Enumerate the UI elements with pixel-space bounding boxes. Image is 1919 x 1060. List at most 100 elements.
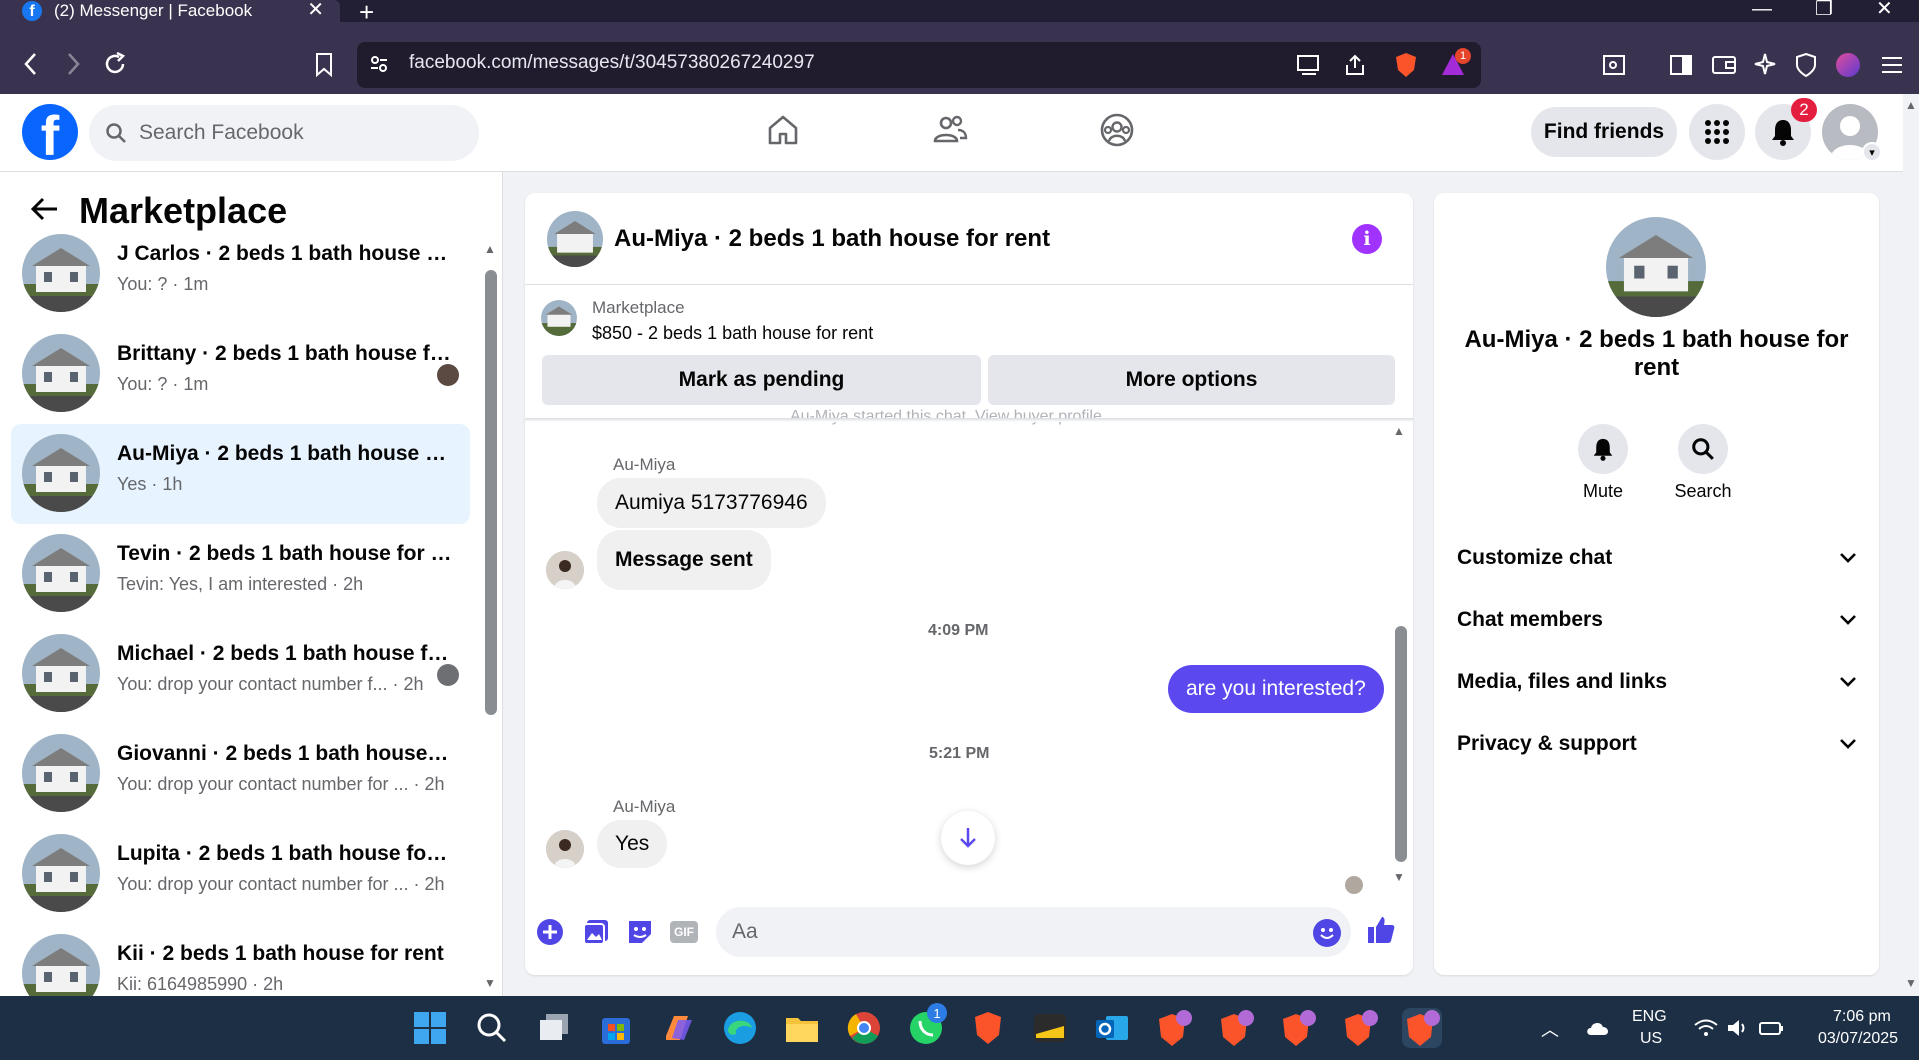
region-code[interactable]: US <box>1640 1030 1662 1048</box>
start-icon[interactable] <box>410 1008 450 1048</box>
brave-taskbar-icon[interactable] <box>968 1008 1008 1048</box>
photo-icon[interactable] <box>582 918 610 946</box>
sidebar-scrollbar[interactable] <box>485 270 497 715</box>
task-view-icon[interactable] <box>534 1008 574 1048</box>
minimize-icon[interactable]: — <box>1752 0 1772 19</box>
bookmark-icon[interactable] <box>313 52 335 78</box>
sidebar-toggle-icon[interactable] <box>1669 53 1693 77</box>
url-text[interactable]: facebook.com/messages/t/3045738026724029… <box>409 52 815 74</box>
chat-members-row[interactable]: Chat members <box>1457 608 1857 632</box>
message-bubble[interactable]: Yes <box>597 820 668 868</box>
message-bubble-sent[interactable]: are you interested? <box>1168 665 1384 713</box>
menu-icon[interactable] <box>1880 54 1904 76</box>
clock-date[interactable]: 03/07/2025 <box>1818 1030 1898 1048</box>
conversation-item-active[interactable]: Au-Miya · 2 beds 1 bath house for rent Y… <box>11 424 470 524</box>
chat-scroll-up-icon[interactable]: ▲ <box>1393 424 1405 438</box>
chat-scroll-down-icon[interactable]: ▼ <box>1393 870 1405 884</box>
mute-button[interactable] <box>1578 424 1628 474</box>
reader-mode-icon[interactable] <box>1602 53 1626 77</box>
reload-icon[interactable] <box>102 51 128 77</box>
conversation-item[interactable]: Kii · 2 beds 1 bath house for rent Kii: … <box>11 924 470 996</box>
groups-icon[interactable] <box>1099 112 1135 148</box>
facebook-logo[interactable]: f <box>22 104 78 160</box>
chat-scrollbar[interactable] <box>1395 626 1407 862</box>
brave-profile-icon[interactable] <box>1216 1008 1256 1048</box>
seen-avatar <box>437 364 459 386</box>
language-code[interactable]: ENG <box>1632 1008 1667 1026</box>
emoji-icon[interactable] <box>1313 919 1341 947</box>
find-friends-button[interactable]: Find friends <box>1531 107 1677 157</box>
vpn-icon[interactable] <box>1794 52 1818 78</box>
chrome-icon[interactable] <box>844 1008 884 1048</box>
scroll-to-bottom-button[interactable] <box>941 811 995 865</box>
friends-icon[interactable] <box>932 112 968 148</box>
outlook-icon[interactable] <box>1092 1008 1132 1048</box>
search-chat-button[interactable] <box>1678 424 1728 474</box>
home-icon[interactable] <box>765 112 801 148</box>
browser-tab[interactable]: f (2) Messenger | Facebook ✕ <box>0 0 340 22</box>
brave-profile-icon[interactable] <box>1154 1008 1194 1048</box>
sender-avatar[interactable] <box>546 551 584 589</box>
conversation-item[interactable]: Tevin · 2 beds 1 bath house for rent Tev… <box>11 524 470 624</box>
leo-ai-icon[interactable] <box>1753 52 1777 78</box>
volume-icon[interactable] <box>1726 1018 1750 1038</box>
scroll-up-arrow-icon[interactable]: ▲ <box>484 242 496 256</box>
file-explorer-icon[interactable] <box>782 1008 822 1048</box>
site-settings-icon[interactable] <box>369 54 389 74</box>
edge-icon[interactable] <box>720 1008 760 1048</box>
scroll-down-arrow-icon[interactable]: ▼ <box>484 976 496 990</box>
account-chevron-icon[interactable]: ▾ <box>1862 142 1882 162</box>
page-scroll-up-icon[interactable]: ▲ <box>1905 98 1917 112</box>
menu-grid-button[interactable] <box>1689 104 1745 160</box>
privacy-support-row[interactable]: Privacy & support <box>1457 732 1857 756</box>
profile-icon[interactable] <box>1836 53 1860 77</box>
sticker-icon[interactable] <box>626 918 654 946</box>
show-hidden-icons-icon[interactable]: ︿ <box>1541 1016 1559 1042</box>
wallet-icon[interactable] <box>1711 53 1737 77</box>
message-bubble[interactable]: Message sent <box>597 530 771 590</box>
gif-icon[interactable]: GIF <box>670 921 698 943</box>
details-avatar[interactable] <box>1606 217 1706 317</box>
search-facebook-input[interactable]: Search Facebook <box>89 105 479 161</box>
conversation-item[interactable]: Michael · 2 beds 1 bath house for rent Y… <box>11 624 470 724</box>
mark-as-pending-button[interactable]: Mark as pending <box>542 355 981 405</box>
brave-shields-icon[interactable] <box>1394 52 1418 78</box>
conversation-item[interactable]: Giovanni · 2 beds 1 bath house for rent … <box>11 724 470 824</box>
listing-title[interactable]: $850 - 2 beds 1 bath house for rent <box>592 323 873 344</box>
info-icon[interactable]: i <box>1352 224 1382 254</box>
game-icon[interactable] <box>1030 1008 1070 1048</box>
wifi-icon[interactable] <box>1693 1018 1719 1038</box>
customize-chat-row[interactable]: Customize chat <box>1457 546 1857 570</box>
forward-icon[interactable] <box>62 50 84 78</box>
battery-icon[interactable] <box>1758 1019 1784 1037</box>
brave-profile-icon-active[interactable] <box>1402 1008 1442 1048</box>
copilot-icon[interactable] <box>658 1008 698 1048</box>
share-icon[interactable] <box>1343 53 1367 77</box>
conversation-item[interactable]: J Carlos · 2 beds 1 bath house for rent … <box>11 224 470 324</box>
plus-icon[interactable] <box>536 918 564 946</box>
message-input[interactable]: Aa <box>716 907 1351 957</box>
back-icon[interactable] <box>20 50 42 78</box>
onedrive-icon[interactable] <box>1585 1019 1611 1037</box>
window-close-icon[interactable]: ✕ <box>1876 0 1893 19</box>
conversation-item[interactable]: Lupita · 2 beds 1 bath house for rent Yo… <box>11 824 470 924</box>
more-options-button[interactable]: More options <box>988 355 1395 405</box>
clock-time[interactable]: 7:06 pm <box>1833 1008 1891 1026</box>
listing-thumbnail[interactable] <box>541 300 577 336</box>
like-icon[interactable] <box>1366 915 1396 945</box>
conversation-item[interactable]: Brittany · 2 beds 1 bath house for rent … <box>11 324 470 424</box>
microsoft-store-icon[interactable] <box>596 1008 636 1048</box>
brave-profile-icon[interactable] <box>1278 1008 1318 1048</box>
message-bubble[interactable]: Aumiya 5173776946 <box>597 478 826 528</box>
restore-icon[interactable]: ❐ <box>1815 0 1833 19</box>
close-tab-icon[interactable]: ✕ <box>307 0 324 20</box>
search-taskbar-icon[interactable] <box>472 1008 512 1048</box>
chat-header-avatar[interactable] <box>547 211 603 267</box>
media-files-links-row[interactable]: Media, files and links <box>1457 670 1857 694</box>
cast-icon[interactable] <box>1296 53 1322 77</box>
back-arrow-icon[interactable] <box>30 196 60 222</box>
page-scroll-down-icon[interactable]: ▼ <box>1905 976 1917 990</box>
sender-avatar[interactable] <box>546 830 584 868</box>
chat-title[interactable]: Au-Miya · 2 beds 1 bath house for rent <box>614 225 1050 253</box>
brave-profile-icon[interactable] <box>1340 1008 1380 1048</box>
